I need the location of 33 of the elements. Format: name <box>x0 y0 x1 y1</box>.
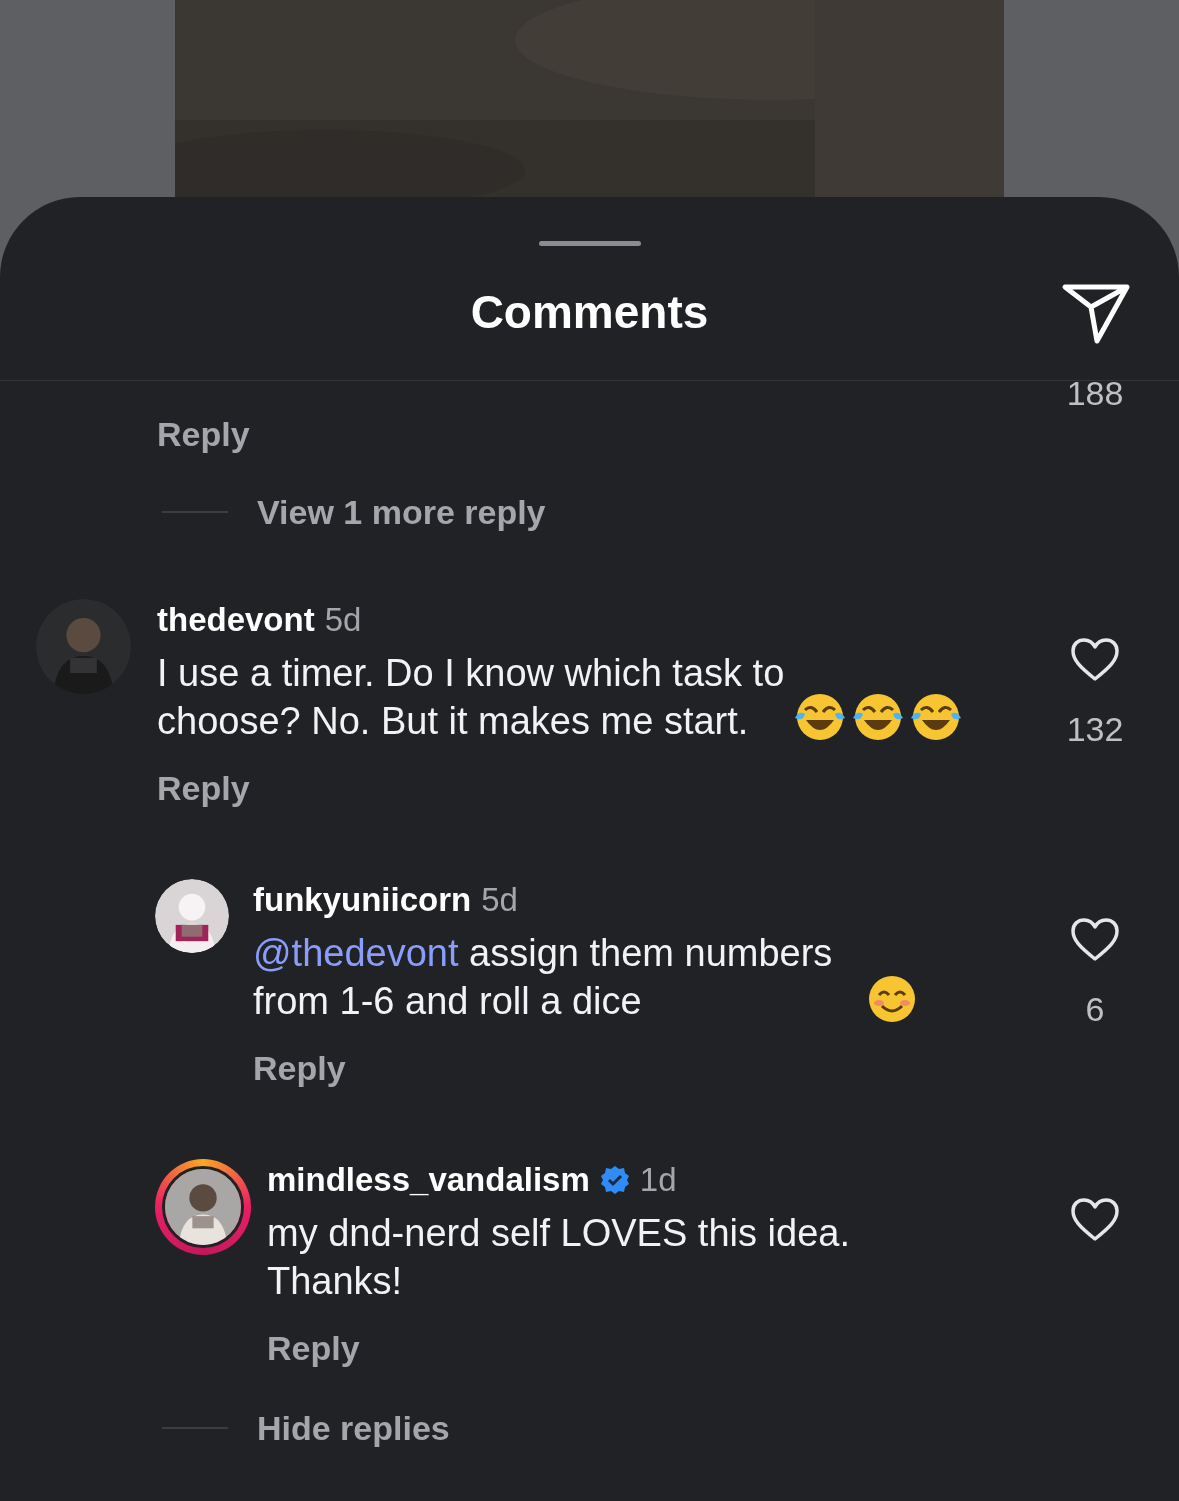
comment-text: @thedevont assign them numbers from 1-6 and roll a dice <box>253 931 834 1024</box>
share-button[interactable] <box>1061 283 1131 345</box>
like-count: 6 <box>1085 989 1105 1029</box>
comment-time: 5d <box>481 880 518 920</box>
hide-replies-button[interactable]: Hide replies <box>257 1407 450 1449</box>
laughing-tears-emoji-icon <box>909 692 963 742</box>
like-button[interactable] <box>1070 637 1120 683</box>
like-button[interactable] <box>1070 917 1120 963</box>
heart-icon <box>1070 917 1120 963</box>
username[interactable]: thedevont <box>157 599 315 641</box>
laughing-tears-emoji-icon <box>793 692 847 742</box>
like-count: 132 <box>1066 709 1124 749</box>
comment-text: my dnd-nerd self LOVES this idea. Thanks! <box>267 1211 851 1304</box>
reply-button[interactable]: Reply <box>157 767 250 809</box>
reply-button[interactable]: Reply <box>157 413 250 455</box>
drag-handle[interactable] <box>538 241 641 246</box>
username[interactable]: funkyuniicorn <box>253 879 472 921</box>
like-button[interactable] <box>1070 1197 1120 1243</box>
heart-icon <box>1070 637 1120 683</box>
comment-time: 5d <box>324 600 362 640</box>
comment-text: I use a timer. Do I know which task to choose? No. But it makes me start. <box>157 651 786 744</box>
reply-button[interactable]: Reply <box>267 1327 360 1369</box>
heart-icon <box>1070 1197 1120 1243</box>
comment-time: 1d <box>639 1160 677 1200</box>
username[interactable]: mindless_vandalism <box>267 1159 590 1201</box>
mention-link[interactable]: @thedevont <box>253 932 459 974</box>
like-count: 188 <box>1066 373 1124 413</box>
view-replies-button[interactable]: View 1 more reply <box>257 491 546 533</box>
sheet-title: Comments <box>470 285 709 340</box>
smiling-emoji-icon <box>867 974 917 1024</box>
laughing-tears-emoji-icon <box>851 692 905 742</box>
paper-plane-icon <box>1061 283 1131 345</box>
reply-button[interactable]: Reply <box>253 1047 346 1089</box>
